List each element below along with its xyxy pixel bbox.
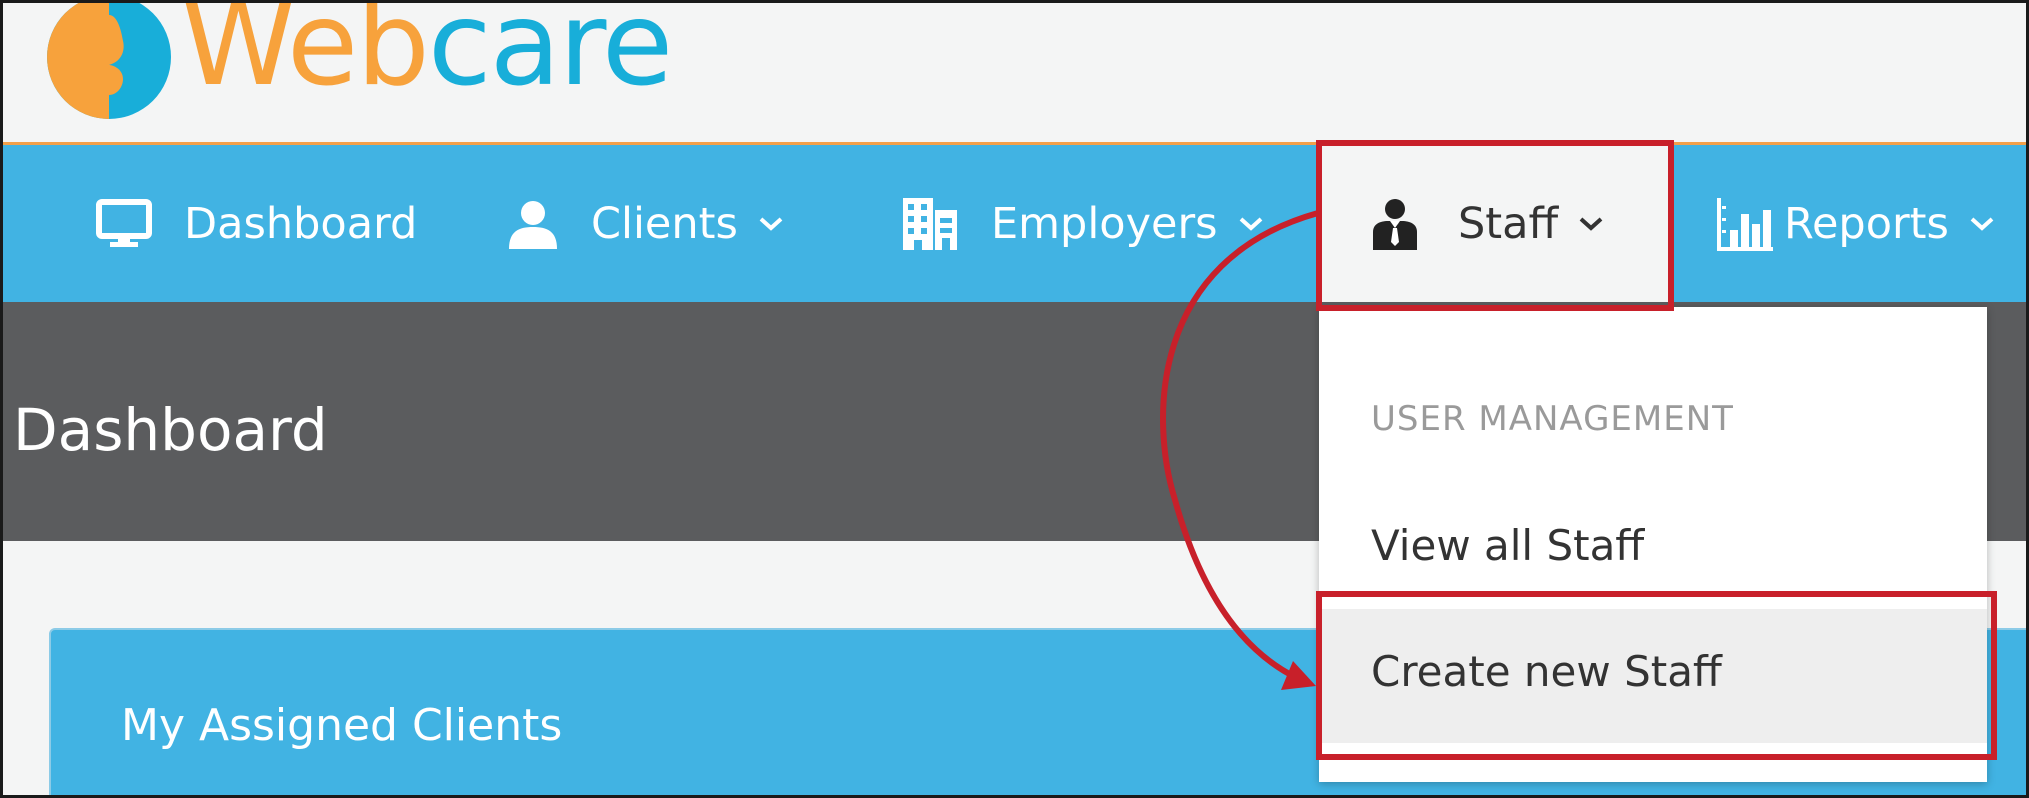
main-navbar: Dashboard Clients Employers Staff Report… [3, 145, 2026, 302]
nav-label-clients: Clients [591, 198, 738, 249]
nav-item-clients[interactable]: Clients [507, 145, 784, 302]
chevron-down-icon [759, 217, 783, 231]
screenshot-frame: Webcare Dashboard Clients Employers Staf… [0, 0, 2029, 798]
page-title: Dashboard [13, 396, 328, 464]
user-icon [509, 200, 557, 249]
building-icon [903, 197, 957, 250]
nav-label-dashboard: Dashboard [184, 198, 418, 249]
chevron-down-icon [1970, 217, 1994, 231]
monitor-icon [96, 198, 152, 247]
webcare-logo-text[interactable]: Webcare [181, 3, 673, 103]
webcare-logo-icon[interactable] [43, 0, 175, 131]
dropdown-section-header: USER MANAGEMENT [1371, 399, 1734, 439]
logo-text-care: care [427, 0, 673, 112]
app-header: Webcare [3, 3, 2026, 145]
nav-item-employers[interactable]: Employers [901, 145, 1264, 302]
logo-text-web: Web [181, 0, 430, 112]
menu-item-view-all-staff[interactable]: View all Staff [1371, 521, 1644, 570]
highlight-box-staff [1316, 140, 1674, 311]
bar-chart-icon [1717, 197, 1773, 251]
nav-label-reports: Reports [1784, 198, 1949, 249]
nav-item-reports[interactable]: Reports [1716, 145, 1995, 302]
nav-label-employers: Employers [991, 198, 1218, 249]
panel-title: My Assigned Clients [121, 700, 563, 751]
nav-item-dashboard[interactable]: Dashboard [96, 145, 417, 302]
highlight-box-create-staff [1316, 591, 1997, 760]
chevron-down-icon [1239, 217, 1262, 231]
